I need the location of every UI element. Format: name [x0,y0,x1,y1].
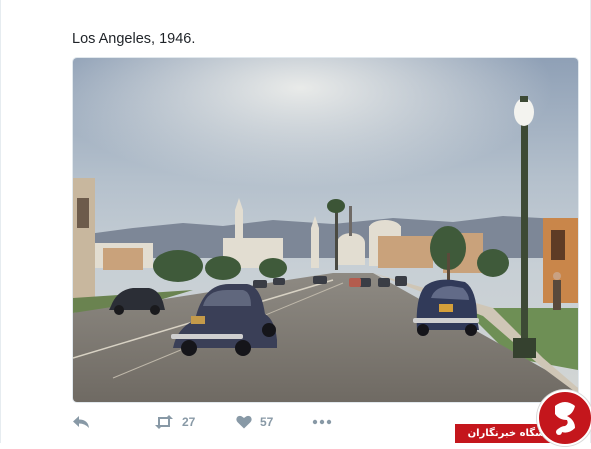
retweet-button[interactable]: 27 [154,415,195,429]
retweet-count: 27 [182,415,196,429]
news-agency-logo-icon [537,390,591,446]
like-button[interactable]: 57 [236,415,273,429]
reply-button[interactable] [72,415,90,429]
watermark: باشگاه خبرنگاران [455,388,591,446]
tweet-actions: 27 57 [72,410,372,434]
heart-icon [236,415,252,429]
more-button[interactable] [312,419,332,425]
like-count: 57 [260,415,274,429]
card-left-border [0,0,1,443]
tweet-photo[interactable] [72,57,579,403]
tweet-text: Los Angeles, 1946. [72,31,196,47]
street-photo [73,58,578,402]
more-icon [312,419,332,425]
reply-icon [72,415,90,429]
retweet-icon [154,415,174,429]
